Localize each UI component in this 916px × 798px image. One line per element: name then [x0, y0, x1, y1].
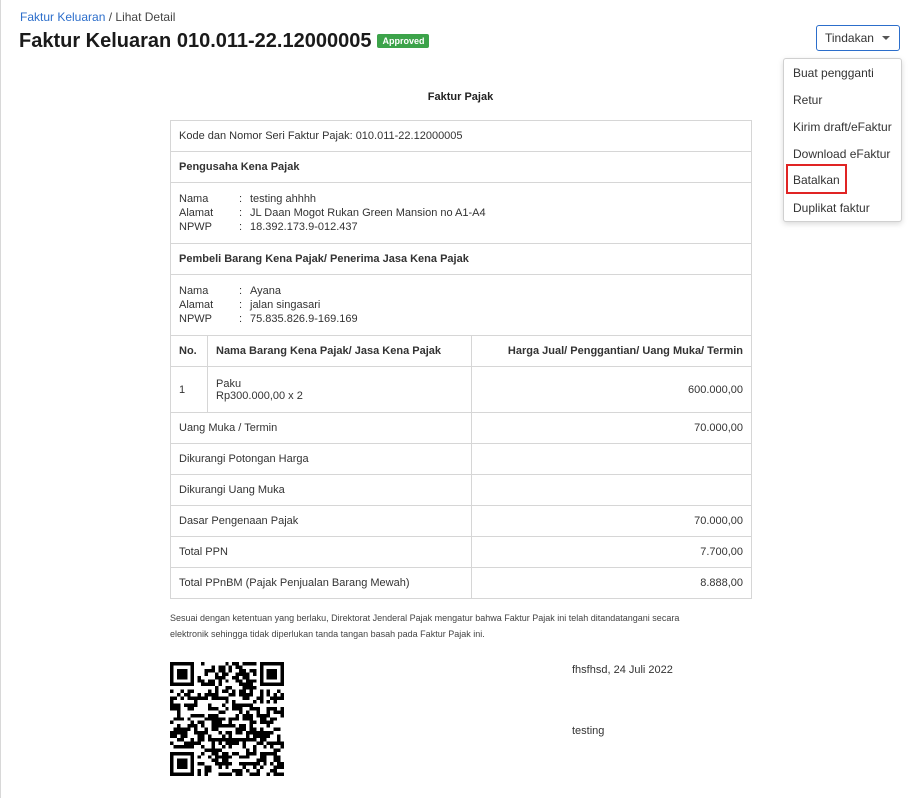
note-line: Sesuai dengan ketentuan yang berlaku, Di… [170, 613, 680, 623]
item-name: Paku [216, 377, 242, 390]
summary-value: 8.888,00 [470, 567, 753, 599]
menu-item-download-efaktur[interactable]: Download eFaktur [793, 147, 890, 161]
chevron-down-icon [882, 36, 890, 40]
buyer-name: Ayana [250, 285, 281, 297]
column-header-item: Nama Barang Kena Pajak/ Jasa Kena Pajak [207, 335, 472, 367]
buyer-name-label: Nama [179, 285, 209, 297]
seller-info: Nama: testing ahhhh Alamat: JL Daan Mogot … [169, 182, 753, 244]
summary-label: Dikurangi Potongan Harga [170, 443, 472, 475]
signer-name: testing [572, 725, 605, 737]
buyer-address: jalan singasari [250, 299, 321, 311]
serial-number-row: Kode dan Nomor Seri Faktur Pajak: 010.01… [169, 120, 753, 152]
breadcrumb: Faktur Keluaran / Lihat Detail [20, 10, 175, 24]
actions-menu: Buat pengganti Retur Kirim draft/eFaktur… [783, 58, 902, 222]
summary-label: Total PPN [170, 536, 472, 568]
buyer-info: Nama: Ayana Alamat: jalan singasari NPWP:7… [169, 274, 753, 336]
breadcrumb-link-faktur-keluaran[interactable]: Faktur Keluaran [20, 10, 105, 24]
summary-label: Dikurangi Uang Muka [170, 474, 472, 506]
tindakan-label: Tindakan [825, 31, 874, 45]
seller-name-label: Nama [179, 193, 209, 205]
seller-npwp-label: NPWP [179, 221, 212, 233]
seller-address: JL Daan Mogot Rukan Green Mansion no A1-… [250, 207, 486, 219]
status-badge: Approved [377, 34, 430, 48]
summary-row: Dikurangi Uang Muka [170, 474, 753, 506]
separator-colon: : [239, 299, 243, 311]
separator-colon: : [239, 285, 243, 297]
item-no: 1 [170, 366, 208, 413]
summary-value: 7.700,00 [470, 536, 753, 568]
breadcrumb-separator: / [105, 10, 116, 24]
summary-label: Dasar Pengenaan Pajak [170, 505, 472, 537]
electronic-signature-note: Sesuai dengan ketentuan yang berlaku, Di… [170, 610, 760, 642]
item-amount: 600.000,00 [470, 366, 753, 413]
qr-code-icon [170, 662, 284, 776]
page-header: Faktur Keluaran 010.011-22.12000005 Appr… [19, 29, 430, 53]
page-left-border [0, 0, 1, 798]
buyer-npwp: 75.835.826.9-169.169 [250, 313, 358, 325]
seller-npwp: 18.392.173.9-012.437 [250, 221, 358, 233]
menu-item-duplikat-faktur[interactable]: Duplikat faktur [793, 201, 870, 215]
table-row: 1 Paku Rp300.000,00 x 2 600.000,00 [170, 366, 753, 413]
item-description: Paku Rp300.000,00 x 2 [207, 366, 472, 413]
buyer-address-label: Alamat [179, 299, 214, 311]
summary-row: Dasar Pengenaan Pajak 70.000,00 [170, 505, 753, 537]
summary-value [470, 474, 753, 506]
summary-value: 70.000,00 [470, 505, 753, 537]
menu-item-retur[interactable]: Retur [793, 93, 822, 107]
menu-item-kirim-draft-efaktur[interactable]: Kirim draft/eFaktur [793, 120, 892, 134]
column-header-price: Harga Jual/ Penggantian/ Uang Muka/ Term… [470, 335, 753, 367]
buyer-npwp-label: NPWP [179, 313, 212, 325]
place-date: fhsfhsd, 24 Juli 2022 [572, 664, 673, 676]
separator-colon: : [239, 313, 243, 325]
summary-row: Dikurangi Potongan Harga [170, 443, 753, 475]
items-header-row: No. Nama Barang Kena Pajak/ Jasa Kena Pa… [170, 335, 753, 367]
batalkan-highlight-box [786, 164, 847, 194]
separator-colon: : [239, 193, 243, 205]
seller-heading: Pengusaha Kena Pajak [169, 151, 753, 183]
page-title: Faktur Keluaran 010.011-22.12000005 [19, 29, 372, 52]
summary-row: Uang Muka / Termin 70.000,00 [170, 412, 753, 444]
summary-value: 70.000,00 [470, 412, 753, 444]
invoice-table: Kode dan Nomor Seri Faktur Pajak: 010.01… [169, 120, 753, 599]
summary-row: Total PPN 7.700,00 [170, 536, 753, 568]
column-header-no: No. [170, 335, 208, 367]
breadcrumb-current: Lihat Detail [115, 10, 176, 24]
seller-address-label: Alamat [179, 207, 214, 219]
separator-colon: : [239, 221, 243, 233]
summary-row: Total PPnBM (Pajak Penjualan Barang Mewa… [170, 567, 753, 599]
summary-label: Total PPnBM (Pajak Penjualan Barang Mewa… [170, 567, 472, 599]
seller-name: testing ahhhh [250, 193, 317, 205]
separator-colon: : [239, 207, 243, 219]
note-line: elektronik sehingga tidak diperlukan tan… [170, 629, 485, 639]
buyer-heading: Pembeli Barang Kena Pajak/ Penerima Jasa… [169, 243, 753, 275]
menu-item-buat-pengganti[interactable]: Buat pengganti [793, 66, 874, 80]
summary-label: Uang Muka / Termin [170, 412, 472, 444]
summary-value [470, 443, 753, 475]
item-detail: Rp300.000,00 x 2 [216, 389, 303, 402]
invoice-heading: Faktur Pajak [427, 91, 494, 103]
tindakan-dropdown-button[interactable]: Tindakan [816, 25, 900, 51]
